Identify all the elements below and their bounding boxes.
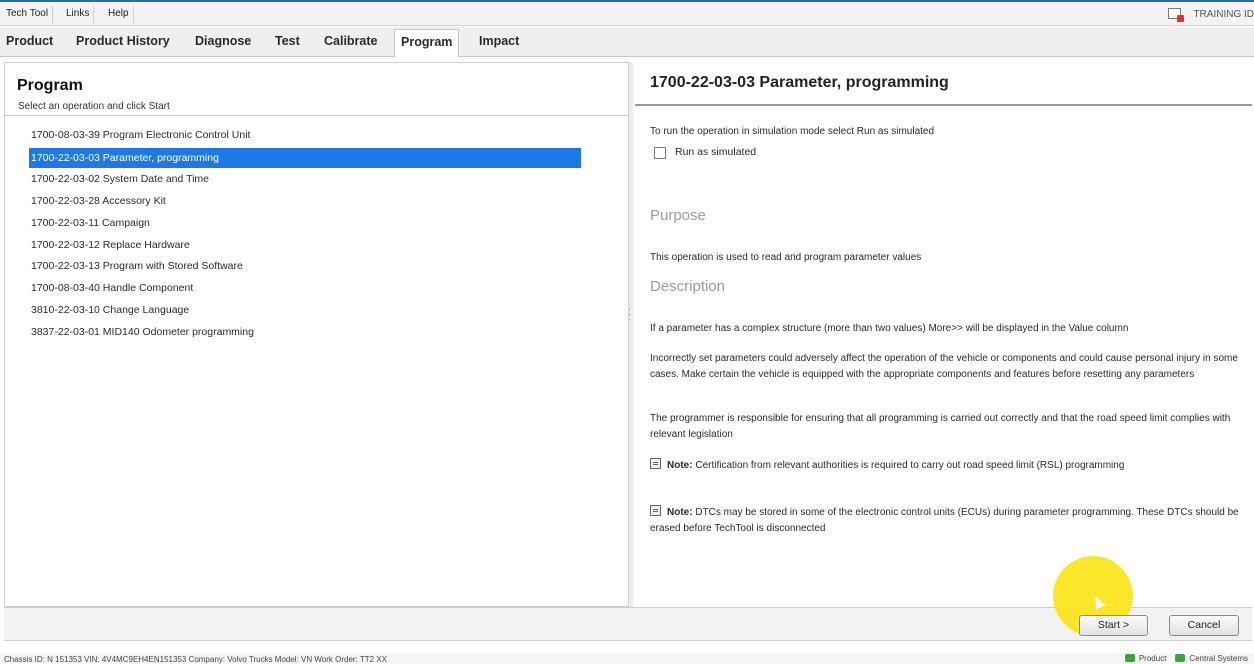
main-tabs: Product Product History Diagnose Test Ca… (0, 27, 1254, 58)
start-button[interactable]: Start > (1079, 615, 1148, 636)
note-rsl: Note: Certification from relevant author… (650, 458, 1246, 474)
note-text: DTCs may be stored in some of the electr… (650, 507, 1239, 534)
run-simulated-checkbox[interactable] (654, 147, 666, 159)
note-label: Note: (667, 507, 693, 518)
operations-pane: Program Select an operation and click St… (4, 62, 629, 607)
operations-list: 1700-08-03-39 Program Electronic Control… (29, 125, 581, 344)
list-item[interactable]: 1700-22-03-12 Replace Hardware (29, 235, 581, 257)
training-indicator: TRAINING ID (1168, 8, 1254, 22)
operation-title: 1700-22-03-03 Parameter, programming (650, 74, 949, 91)
training-label: TRAINING ID (1193, 9, 1254, 20)
details-pane: 1700-22-03-03 Parameter, programming To … (633, 62, 1252, 607)
description-paragraph: If a parameter has a complex structure (… (650, 323, 1129, 334)
menu-links[interactable]: Links (62, 6, 95, 23)
note-dtc: Note: DTCs may be stored in some of the … (650, 505, 1246, 536)
page-subtitle: Select an operation and click Start (18, 101, 170, 112)
tab-product[interactable]: Product (0, 29, 59, 56)
purpose-text: This operation is used to read and progr… (650, 252, 922, 263)
tab-test[interactable]: Test (269, 29, 306, 56)
vehicle-info: Chassis ID: N 151353 VIN: 4V4MC9EH4EN151… (4, 655, 387, 664)
tab-diagnose[interactable]: Diagnose (189, 29, 257, 56)
list-item[interactable]: 1700-08-03-39 Program Electronic Control… (29, 125, 581, 147)
menu-help[interactable]: Help (104, 6, 134, 23)
list-item[interactable]: 1700-22-03-11 Campaign (29, 213, 581, 235)
status-bar: Chassis ID: N 151353 VIN: 4V4MC9EH4EN151… (0, 653, 1254, 664)
product-status-label[interactable]: Product (1139, 654, 1167, 663)
description-paragraph: The programmer is responsible for ensuri… (650, 413, 1231, 440)
tab-calibrate[interactable]: Calibrate (318, 29, 384, 56)
simulation-text: To run the operation in simulation mode … (650, 126, 935, 137)
menu-tech-tool[interactable]: Tech Tool (2, 6, 54, 23)
page-title: Program (17, 77, 83, 94)
list-item[interactable]: 1700-22-03-02 System Date and Time (29, 169, 581, 191)
note-text: Certification from relevant authorities … (695, 460, 1125, 471)
list-item[interactable]: 1700-22-03-13 Program with Stored Softwa… (29, 256, 581, 278)
divider (635, 104, 1252, 106)
description-heading: Description (650, 278, 726, 295)
list-item[interactable]: 1700-22-03-28 Accessory Kit (29, 191, 581, 213)
status-indicators: Product Central Systems (1124, 654, 1248, 663)
splitter-grip-icon[interactable]: · · · (628, 305, 632, 337)
list-item[interactable]: 1700-08-03-40 Handle Component (29, 278, 581, 300)
note-icon (650, 458, 661, 469)
description-paragraph: Incorrectly set parameters could adverse… (650, 353, 1238, 380)
purpose-heading: Purpose (650, 207, 706, 224)
note-icon (650, 505, 661, 516)
product-status-icon (1124, 654, 1135, 662)
list-item-selected[interactable]: 1700-22-03-03 Parameter, programming (29, 147, 581, 168)
menu-bar: Tech Tool Links Help TRAINING ID (0, 2, 1254, 26)
note-label: Note: (667, 460, 693, 471)
tab-product-history[interactable]: Product History (70, 29, 176, 56)
cancel-button[interactable]: Cancel (1169, 615, 1239, 636)
tab-impact[interactable]: Impact (473, 29, 525, 56)
central-systems-label[interactable]: Central Systems (1189, 654, 1248, 663)
training-icon (1168, 8, 1185, 22)
tab-program[interactable]: Program (394, 29, 460, 58)
central-systems-status-icon (1175, 654, 1186, 662)
list-item[interactable]: 3810-22-03-10 Change Language (29, 300, 581, 322)
divider (5, 115, 628, 116)
list-item[interactable]: 3837-22-03-01 MID140 Odometer programmin… (29, 322, 581, 344)
run-simulated-label[interactable]: Run as simulated (675, 146, 756, 158)
